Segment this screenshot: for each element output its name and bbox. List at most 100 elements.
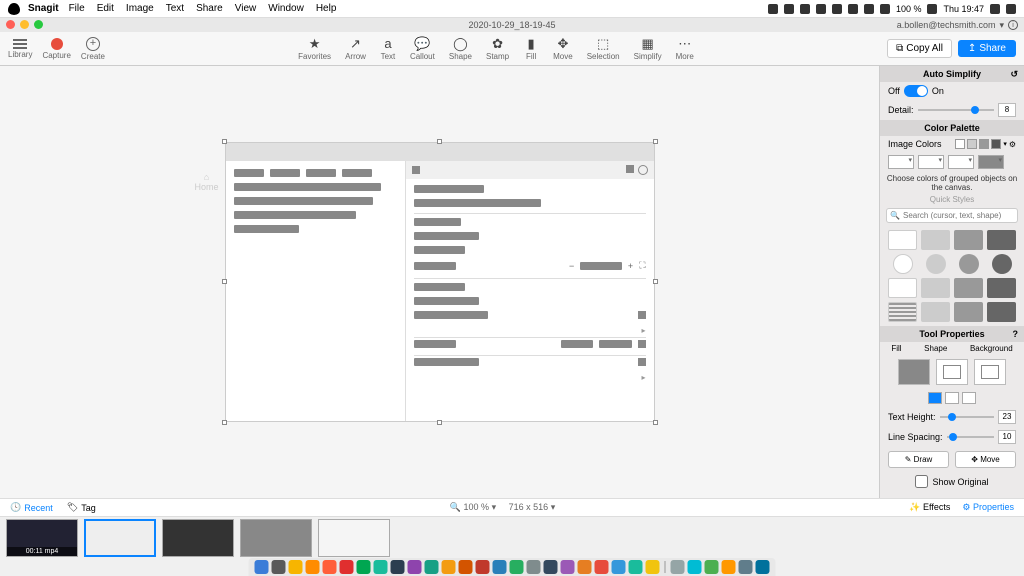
help-icon[interactable]: ? <box>1013 329 1019 339</box>
move-button[interactable]: ✥ Move <box>955 451 1016 468</box>
style-swatch[interactable] <box>926 254 946 274</box>
shape-preview[interactable] <box>936 359 968 385</box>
thumbnail[interactable] <box>240 519 312 557</box>
dock-app-icon[interactable] <box>756 560 770 574</box>
dock-app-icon[interactable] <box>408 560 422 574</box>
menu-text[interactable]: Text <box>166 3 184 14</box>
menu-file[interactable]: File <box>69 3 85 14</box>
reset-icon[interactable]: ↺ <box>1010 69 1018 80</box>
dock-app-icon[interactable] <box>722 560 736 574</box>
zoom-value[interactable]: 100 % <box>464 502 490 512</box>
selection-handle[interactable] <box>653 420 658 425</box>
share-button[interactable]: ↥Share <box>958 40 1016 57</box>
menu-image[interactable]: Image <box>126 3 154 14</box>
text-height-slider[interactable] <box>940 416 994 418</box>
menu-share[interactable]: Share <box>196 3 223 14</box>
line-spacing-slider[interactable] <box>947 436 994 438</box>
copy-all-button[interactable]: ⧉Copy All <box>887 39 952 58</box>
dimensions-dropdown-icon[interactable]: ▾ <box>551 502 556 512</box>
palette-swatch[interactable] <box>979 139 989 149</box>
line-spacing-value[interactable]: 10 <box>998 430 1016 444</box>
dock-app-icon[interactable] <box>705 560 719 574</box>
tab-shape[interactable]: Shape <box>924 344 947 353</box>
tool-callout[interactable]: 💬Callout <box>410 37 435 61</box>
maximize-window-icon[interactable] <box>34 20 43 29</box>
dock-app-icon[interactable] <box>510 560 524 574</box>
align-right-button[interactable] <box>962 392 976 404</box>
tool-more[interactable]: ⋯More <box>676 37 694 61</box>
dock-app-icon[interactable] <box>357 560 371 574</box>
dock-app-icon[interactable] <box>671 560 685 574</box>
color-style[interactable] <box>888 155 914 169</box>
zoom-dropdown-icon[interactable]: ▾ <box>492 502 497 512</box>
recent-button[interactable]: 🕓 Recent <box>10 502 53 513</box>
dock-app-icon[interactable] <box>739 560 753 574</box>
menu-window[interactable]: Window <box>268 3 304 14</box>
tool-shape[interactable]: ◯Shape <box>449 37 472 61</box>
text-height-value[interactable]: 23 <box>998 410 1016 424</box>
selection-handle[interactable] <box>437 420 442 425</box>
style-swatch[interactable] <box>954 278 983 298</box>
dock-app-icon[interactable] <box>578 560 592 574</box>
style-swatch[interactable] <box>921 278 950 298</box>
selection-handle[interactable] <box>653 279 658 284</box>
dock-app-icon[interactable] <box>544 560 558 574</box>
account-dropdown-icon[interactable]: ▾ <box>999 20 1004 31</box>
selection-handle[interactable] <box>653 139 658 144</box>
thumbnail[interactable]: 00:11 mp4 <box>6 519 78 557</box>
tab-background[interactable]: Background <box>970 344 1013 353</box>
style-swatch[interactable] <box>987 230 1016 250</box>
thumbnail[interactable] <box>318 519 390 557</box>
tool-selection[interactable]: ⬚Selection <box>587 37 620 61</box>
align-left-button[interactable] <box>928 392 942 404</box>
style-swatch[interactable] <box>959 254 979 274</box>
properties-button[interactable]: ⚙ Properties <box>962 502 1014 513</box>
tool-stamp[interactable]: ✿Stamp <box>486 37 509 61</box>
minimize-window-icon[interactable] <box>20 20 29 29</box>
dock-app-icon[interactable] <box>306 560 320 574</box>
draw-button[interactable]: ✎ Draw <box>888 451 949 468</box>
menu-edit[interactable]: Edit <box>97 3 114 14</box>
style-swatch[interactable] <box>893 254 913 274</box>
color-style[interactable] <box>948 155 974 169</box>
info-icon[interactable]: i <box>1008 20 1018 30</box>
create-icon[interactable]: + <box>86 37 100 51</box>
palette-gear-icon[interactable]: ⚙ <box>1009 140 1016 149</box>
dock-app-icon[interactable] <box>476 560 490 574</box>
dock-app-icon[interactable] <box>289 560 303 574</box>
dock-app-icon[interactable] <box>425 560 439 574</box>
account-area[interactable]: a.bollen@techsmith.com ▾ i <box>897 20 1018 31</box>
library-icon[interactable] <box>13 39 27 49</box>
dock-app-icon[interactable] <box>255 560 269 574</box>
canvas-area[interactable]: ⌂Home phics bega ternal com ery simple s… <box>0 66 879 498</box>
selection-handle[interactable] <box>437 139 442 144</box>
search-input[interactable] <box>886 208 1018 223</box>
show-original-checkbox[interactable] <box>915 475 928 488</box>
tool-text[interactable]: aText <box>380 37 396 61</box>
dock-app-icon[interactable] <box>527 560 541 574</box>
spotlight-icon[interactable] <box>990 4 1000 14</box>
selection-handle[interactable] <box>222 279 227 284</box>
dock-app-icon[interactable] <box>688 560 702 574</box>
style-swatch[interactable] <box>888 302 917 322</box>
dock-app-icon[interactable] <box>272 560 286 574</box>
dock-app-icon[interactable] <box>493 560 507 574</box>
style-swatch[interactable] <box>954 230 983 250</box>
tool-move[interactable]: ✥Move <box>553 37 573 61</box>
thumbnail[interactable] <box>84 519 156 557</box>
effects-button[interactable]: ✨ Effects <box>909 502 950 513</box>
background-preview[interactable] <box>974 359 1006 385</box>
dock-app-icon[interactable] <box>391 560 405 574</box>
palette-swatch[interactable] <box>991 139 1001 149</box>
style-swatch[interactable] <box>888 230 917 250</box>
dock-app-icon[interactable] <box>612 560 626 574</box>
color-style[interactable] <box>978 155 1004 169</box>
apple-icon[interactable] <box>8 3 20 15</box>
tab-fill[interactable]: Fill <box>891 344 901 353</box>
color-style[interactable] <box>918 155 944 169</box>
dock-app-icon[interactable] <box>646 560 660 574</box>
dock-app-icon[interactable] <box>629 560 643 574</box>
menu-view[interactable]: View <box>235 3 257 14</box>
style-swatch[interactable] <box>954 302 983 322</box>
fill-preview[interactable] <box>898 359 930 385</box>
